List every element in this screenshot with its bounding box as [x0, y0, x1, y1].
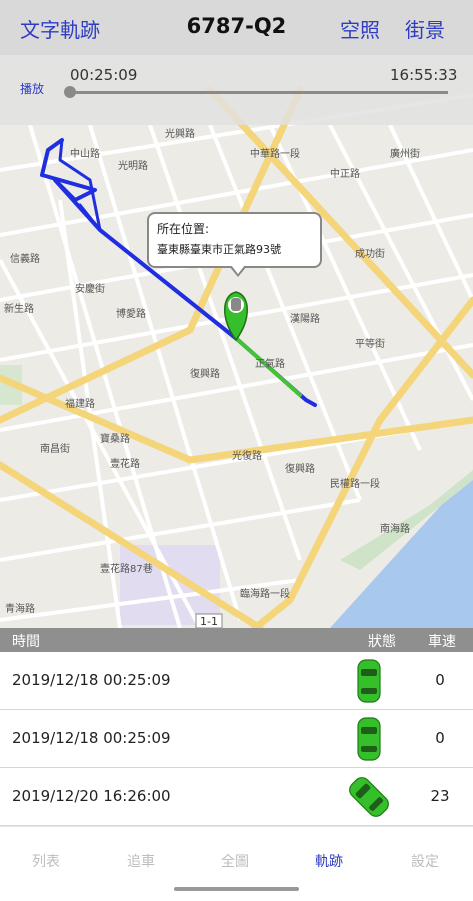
- tab-list[interactable]: 列表: [32, 851, 60, 871]
- street-label: 中正路: [330, 169, 360, 180]
- table-header: 時間 狀態 車速: [0, 628, 473, 652]
- table-row[interactable]: 2019/12/18 00:25:09 0: [0, 710, 473, 768]
- street-label: 壹花路87巷: [100, 564, 153, 575]
- current-time: 00:25:09: [70, 66, 138, 84]
- street-label: 中華路一段: [250, 149, 300, 160]
- playback-slider[interactable]: [68, 91, 448, 94]
- car-icon: [357, 659, 381, 703]
- street-label: 復興路: [285, 464, 315, 475]
- street-label: 光興路: [165, 129, 195, 140]
- end-time: 16:55:33: [390, 66, 458, 84]
- street-label: 正氣路: [255, 359, 285, 370]
- popup-title: 所在位置:: [157, 222, 210, 236]
- street-labels: 中山路 光明路 中華路一段 中正路 廣州街 光興路 安慶街 信義路 成功街 漢陽…: [0, 55, 473, 628]
- street-label: 復興路: [190, 369, 220, 380]
- street-label: 光復路: [232, 451, 262, 462]
- aerial-view-button[interactable]: 空照: [340, 14, 380, 43]
- street-label: 平等街: [355, 339, 385, 350]
- playback-bar: 播放 00:25:09 16:55:33: [0, 55, 473, 125]
- text-track-button[interactable]: 文字軌跡: [20, 14, 100, 43]
- street-label: 壹花路: [110, 459, 140, 470]
- map-view[interactable]: 1-1 中山路 光明路 中華路一段 中正路 廣州街 光興路 安慶街 信義路 成功…: [0, 55, 473, 628]
- row-time: 2019/12/18 00:25:09: [12, 729, 171, 747]
- street-label: 廣州街: [390, 149, 420, 160]
- street-view-button[interactable]: 街景: [405, 14, 445, 43]
- street-label: 民權路一段: [330, 479, 380, 490]
- location-popup: 所在位置: 臺東縣臺東市正氣路93號: [147, 212, 322, 277]
- street-label: 光明路: [118, 161, 148, 172]
- tab-trajectory[interactable]: 軌跡: [315, 851, 343, 871]
- col-speed: 車速: [428, 634, 456, 650]
- street-label: 南海路: [380, 524, 410, 535]
- row-time: 2019/12/20 16:26:00: [12, 787, 171, 805]
- street-label: 安慶街: [75, 284, 105, 295]
- street-label: 成功街: [355, 249, 385, 260]
- home-indicator: [174, 887, 299, 891]
- tab-full-map[interactable]: 全圖: [221, 851, 249, 871]
- street-label: 寶桑路: [100, 434, 130, 445]
- popup-address: 臺東縣臺東市正氣路93號: [157, 243, 281, 256]
- street-label: 臨海路一段: [240, 589, 290, 600]
- row-speed: 23: [430, 787, 450, 805]
- street-label: 信義路: [10, 254, 40, 265]
- top-bar: 文字軌跡 6787-Q2 空照 街景: [0, 0, 473, 55]
- playback-slider-handle[interactable]: [64, 86, 76, 98]
- street-label: 南昌街: [40, 444, 70, 455]
- car-icon: [349, 777, 389, 817]
- col-time: 時間: [12, 634, 40, 650]
- row-speed: 0: [435, 729, 445, 747]
- street-label: 中山路: [70, 149, 100, 160]
- col-status: 狀態: [368, 634, 396, 650]
- tab-track-car[interactable]: 追車: [127, 851, 155, 871]
- street-label: 新生路: [4, 304, 34, 315]
- play-button[interactable]: 播放: [20, 80, 44, 97]
- street-label: 福建路: [65, 399, 95, 410]
- row-speed: 0: [435, 671, 445, 689]
- table-row[interactable]: 2019/12/18 00:25:09 0: [0, 652, 473, 710]
- table-row[interactable]: 2019/12/20 16:26:00 23: [0, 768, 473, 826]
- row-time: 2019/12/18 00:25:09: [12, 671, 171, 689]
- street-label: 漢陽路: [290, 314, 320, 325]
- tab-settings[interactable]: 設定: [411, 851, 439, 871]
- car-icon: [357, 717, 381, 761]
- street-label: 博愛路: [116, 309, 146, 320]
- street-label: 青海路: [5, 604, 35, 615]
